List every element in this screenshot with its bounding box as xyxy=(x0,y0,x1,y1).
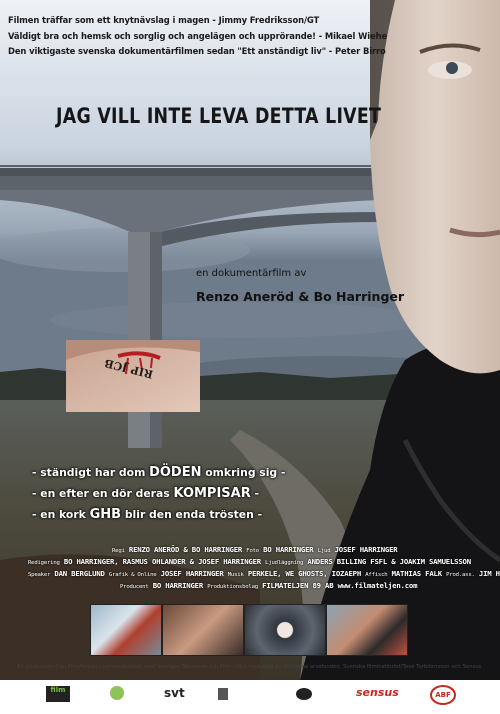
credit-name: RENZO ANERÖD & BO HARRINGER xyxy=(128,545,243,554)
poster-scene xyxy=(0,0,500,680)
film-still-thumbnail xyxy=(162,604,244,656)
leaf-logo-icon xyxy=(110,686,124,700)
film-still-thumbnail xyxy=(244,604,326,656)
credits-line: Speaker DAN BERGLUND Grafik & Online JOS… xyxy=(28,569,500,578)
film-still-thumbnail xyxy=(326,604,408,656)
tagline: - en kork GHB blir den enda trösten - xyxy=(32,507,262,522)
credit-name: JIM HARRINGER xyxy=(478,569,500,578)
directors: Renzo Aneröd & Bo Harringer xyxy=(196,289,405,304)
emblem-logo-icon xyxy=(296,688,312,700)
credit-name: ANDERS BILLING FSFL & JOAKIM SAMUELSSON xyxy=(307,557,471,566)
press-quote: Den viktigaste svenska dokumentärfilmen … xyxy=(8,46,386,56)
tagline-text: blir den enda trösten - xyxy=(121,508,263,521)
credit-role: Grafik & Online xyxy=(108,572,157,578)
tagline: - en efter en dör deras KOMPISAR - xyxy=(32,486,259,501)
credit-name: PERKELE, WE GHOSTS, IOZAEPH xyxy=(247,569,362,578)
svt-logo: svt xyxy=(164,686,185,700)
credit-role: Speaker xyxy=(28,572,51,578)
sensus-logo: sensus xyxy=(356,686,399,699)
credit-role: Produktionsbolag xyxy=(207,584,258,590)
film-logo: film xyxy=(46,686,70,702)
tagline-text: - xyxy=(250,487,259,500)
film-subtitle: en dokumentärfilm av xyxy=(196,268,307,279)
film-still-thumbnail xyxy=(90,604,162,656)
movie-poster: Filmen träffar som ett knytnävslag i mag… xyxy=(0,0,500,714)
credit-name: JOSEF HARRINGER xyxy=(160,569,224,578)
tagline-text: - en kork xyxy=(32,508,90,521)
credits-line: Regi RENZO ANERÖD & BO HARRINGER Foto BO… xyxy=(112,545,398,554)
abf-logo: ABF xyxy=(430,685,456,705)
credit-role: Redigering xyxy=(28,560,60,566)
production-footnote: En produktion från FilmAteljén i samprod… xyxy=(17,664,483,670)
tagline-text: - en efter en dör deras xyxy=(32,487,174,500)
credit-role: Regi xyxy=(112,548,125,554)
film-title-text: Jag vill inte leva detta livet xyxy=(56,104,382,128)
credits-line: Producent BO HARRINGER Produktionsbolag … xyxy=(120,581,417,590)
credit-role: Foto xyxy=(246,548,259,554)
credit-role: Ljud xyxy=(317,548,331,554)
credit-name: BO HARRINGER xyxy=(152,581,204,590)
tagline-highlight: KOMPISAR xyxy=(173,486,251,501)
credit-name: MATHIAS FALK xyxy=(391,569,443,578)
tagline-text: - ständigt har dom xyxy=(32,466,150,479)
credit-role: Ljudläggning xyxy=(265,560,304,566)
press-quote: Väldigt bra och hemsk och sorglig och an… xyxy=(8,31,388,41)
sponsor-logo-bar: film svt sensus ABF xyxy=(0,680,500,714)
tagline-highlight: GHB xyxy=(89,507,122,522)
credit-name: BO HARRINGER xyxy=(263,545,314,554)
press-quote: Filmen träffar som ett knytnävslag i mag… xyxy=(8,15,320,25)
credits-line: Redigering BO HARRINGER, RASMUS OHLANDER… xyxy=(28,557,471,566)
credit-role: Producent xyxy=(120,584,149,590)
tagline-text: omkring sig - xyxy=(201,466,286,479)
film-title: Jag vill inte leva detta livet xyxy=(56,104,381,128)
credit-name: FILMATELJEN 89 AB www.filmateljen.com xyxy=(262,581,418,590)
credit-name: JOSEF HARRINGER xyxy=(334,545,398,554)
credit-role: Prod.ass. xyxy=(446,572,475,578)
credit-name: DAN BERGLUND xyxy=(54,569,105,578)
credit-name: BO HARRINGER, RASMUS OHLANDER & JOSEF HA… xyxy=(63,557,261,566)
tagline-highlight: DÖDEN xyxy=(149,465,202,480)
tagline: - ständigt har dom DÖDEN omkring sig - xyxy=(32,465,285,480)
credit-role: Affisch xyxy=(365,572,388,578)
crest-logo-icon xyxy=(218,688,228,700)
credit-role: Musik xyxy=(227,572,244,578)
